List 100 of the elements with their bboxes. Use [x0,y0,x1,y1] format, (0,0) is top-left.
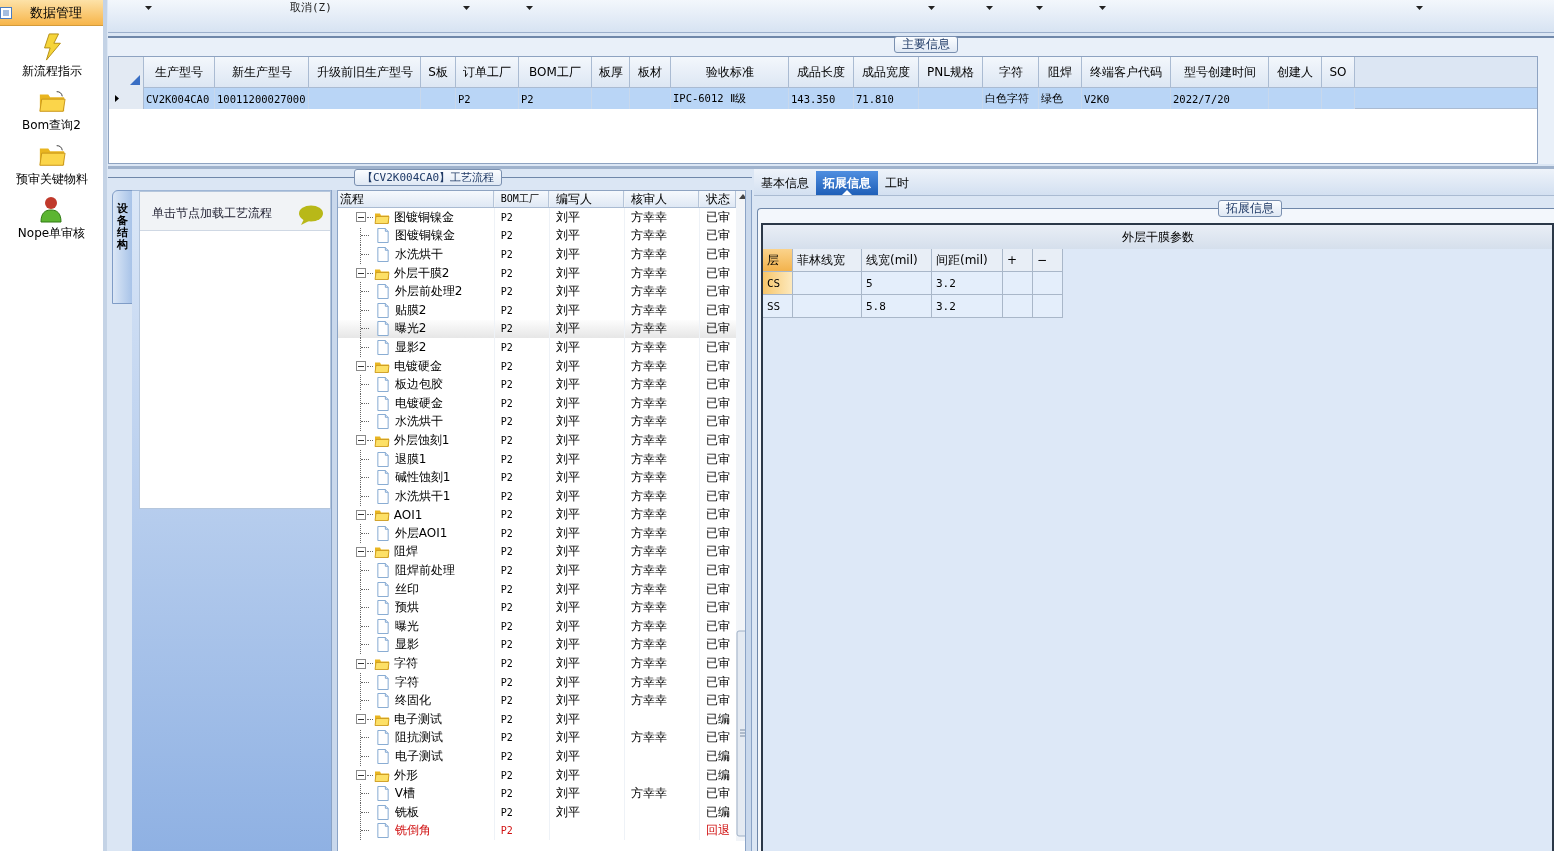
tree-row[interactable]: 电镀硬金 P2 刘平 方幸幸 已审 [337,393,736,413]
table-cell: 刘平 [555,264,580,282]
nav-item[interactable]: Nope单审核 [17,192,86,242]
caret-icon[interactable] [1099,6,1106,10]
table-cell: P2 [500,267,513,279]
tree-row[interactable]: 图镀铜镍金 P2 刘平 方幸幸 已审 [337,226,736,246]
collapse-icon[interactable] [355,658,366,669]
tree-row[interactable]: 预烘 P2 刘平 方幸幸 已审 [337,598,736,618]
collapse-icon[interactable] [355,547,366,557]
tab[interactable]: 基本信息 [754,171,816,195]
tree-row[interactable]: 贴膜2 P2 刘平 方幸幸 已审 [337,300,736,320]
collapse-icon[interactable] [355,268,366,279]
caret-icon[interactable] [1036,6,1043,10]
table-cell: 方幸幸 [630,785,667,803]
tab[interactable]: 工时 [878,171,916,195]
table-cell [793,272,862,295]
tab[interactable]: 拓展信息 [816,171,878,195]
row-header-cell[interactable]: CS [763,272,793,295]
tree-row[interactable]: 铣倒角 P2 回退 [337,821,736,841]
document-icon [374,600,391,616]
splitter-handle[interactable] [330,190,338,851]
table-cell: 刘平 [555,543,580,561]
nav-item[interactable]: 预审关键物料 [15,138,88,188]
table-cell: 方幸幸 [630,524,667,542]
column-header[interactable]: 菲林线宽 [793,249,862,272]
tree-row[interactable]: 水洗烘干1 P2 刘平 方幸幸 已审 [337,486,736,506]
collapse-icon[interactable] [355,714,366,725]
table-row[interactable]: CV2K004CA0 10011200027000 P2 P2 IPC-6012 Ⅱ级 143.350 71.810 白色字符 绿色 V2K0 2022/7/20 [109,88,1537,109]
tree-row[interactable]: 曝光 P2 刘平 方幸幸 已审 [337,617,736,636]
column-header[interactable]: 流程 [337,191,494,207]
collapse-icon[interactable] [355,435,366,446]
tree-row[interactable]: 字符 P2 刘平 方幸幸 已审 [337,654,736,673]
table-cell: 方幸幸 [630,376,667,394]
column-header[interactable]: 核审人 [623,191,699,207]
tree-node-label: 外层干膜2 [393,264,450,282]
document-icon [374,525,391,541]
table-cell: P2 [500,211,513,223]
document-icon [374,618,391,634]
tree-row[interactable]: 阻焊前处理 P2 刘平 方幸幸 已审 [337,561,736,580]
tree-row[interactable]: 终固化 P2 刘平 方幸幸 已审 [337,691,736,711]
column-header[interactable]: − [1033,249,1063,272]
tree-row[interactable]: 外形 P2 刘平 已编 [337,765,736,785]
column-header[interactable]: 间距(mil) [932,249,1003,272]
caret-icon[interactable] [1416,6,1423,10]
document-icon [374,228,391,244]
tree-node-label: 曝光 [394,617,419,635]
tree-row[interactable]: 外层干膜2 P2 刘平 方幸幸 已审 [337,263,736,283]
tree-row[interactable]: 外层AOI1 P2 刘平 方幸幸 已审 [337,524,736,543]
table-cell: 3.2 [932,295,1003,318]
column-header[interactable]: 编写人 [548,191,624,207]
table-cell [1033,295,1063,318]
tree-row[interactable]: 字符 P2 刘平 方幸幸 已审 [337,672,736,692]
tree-row[interactable]: 曝光2 P2 刘平 方幸幸 已审 [337,319,736,339]
nav-item[interactable]: Bom查询2 [22,84,81,134]
status-cell: 已审 [705,673,730,691]
tree-row[interactable]: 电子测试 P2 刘平 已编 [337,710,736,729]
column-header[interactable]: 状态 [698,191,736,207]
status-cell: 已审 [705,692,730,710]
collapse-icon[interactable] [355,212,366,223]
tree-row[interactable]: 电镀硬金 P2 刘平 方幸幸 已审 [337,356,736,376]
collapse-icon[interactable] [355,361,366,372]
tree-row[interactable]: 外层前处理2 P2 刘平 方幸幸 已审 [337,282,736,301]
tree-row[interactable]: 水洗烘干 P2 刘平 方幸幸 已审 [337,245,736,264]
cancel-button[interactable]: 取消(Z) [290,0,332,15]
status-cell: 已审 [705,246,730,263]
collapse-icon[interactable] [355,770,366,781]
tree-row[interactable]: 显影 P2 刘平 方幸幸 已审 [337,635,736,655]
tree-row[interactable]: 电子测试 P2 刘平 已编 [337,747,736,766]
caret-icon[interactable] [986,6,993,10]
caret-icon[interactable] [526,6,533,10]
status-cell: 回退 [705,822,730,840]
row-header-cell[interactable]: SS [763,295,793,318]
tree-row[interactable]: 阻焊 P2 刘平 方幸幸 已审 [337,542,736,562]
caret-icon[interactable] [145,6,152,10]
column-header[interactable]: 线宽(mil) [862,249,932,272]
table-cell: 刘平 [555,469,580,487]
tree-row[interactable]: 板边包胶 P2 刘平 方幸幸 已审 [337,375,736,394]
tree-row[interactable]: 阻抗测试 P2 刘平 方幸幸 已审 [337,728,736,748]
tree-row[interactable]: AOI1 P2 刘平 方幸幸 已审 [337,505,736,525]
caret-icon[interactable] [463,6,470,10]
tree-row[interactable]: 丝印 P2 刘平 方幸幸 已审 [337,579,736,599]
tree-row[interactable]: 图镀铜镍金 P2 刘平 方幸幸 已审 [337,208,736,227]
tree-row[interactable]: V槽 P2 刘平 方幸幸 已审 [337,784,736,803]
splitter-handle[interactable] [745,190,752,851]
tree-row[interactable]: 外层蚀刻1 P2 刘平 方幸幸 已审 [337,431,736,450]
tree-node-label: 外层前处理2 [394,283,463,301]
section-header[interactable]: 数据管理 [0,0,103,26]
column-header[interactable]: BOM工厂 [493,191,549,207]
tree-row[interactable]: 水洗烘干 P2 刘平 方幸幸 已审 [337,412,736,432]
side-tab[interactable]: 设备结构 [112,190,133,304]
tree-row[interactable]: 碱性蚀刻1 P2 刘平 方幸幸 已审 [337,468,736,487]
collapse-icon[interactable] [355,509,366,520]
caret-icon[interactable] [928,6,935,10]
tree-row[interactable]: 铣板 P2 刘平 已编 [337,803,736,822]
column-header[interactable]: + [1003,249,1033,272]
column-header[interactable]: 层 [763,249,793,272]
nav-item[interactable]: 新流程指示 [21,30,82,80]
tree-row[interactable]: 显影2 P2 刘平 方幸幸 已审 [337,338,736,357]
tree-row[interactable]: 退膜1 P2 刘平 方幸幸 已审 [337,449,736,469]
tree-node-label: 字符 [393,655,418,673]
